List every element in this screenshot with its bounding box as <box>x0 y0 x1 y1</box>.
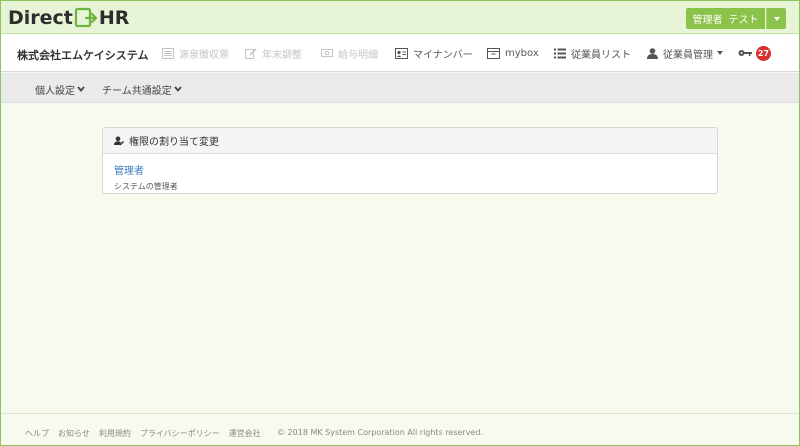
user-name: テスト <box>728 15 759 26</box>
nav-label: 源泉徴収票 <box>179 49 229 61</box>
subnav-team-settings[interactable]: チーム共通設定 <box>102 82 182 97</box>
subnav-personal-settings[interactable]: 個人設定 <box>35 82 85 97</box>
footer-link-terms[interactable]: 利用規約 <box>99 428 131 439</box>
notifications-button[interactable]: 27 <box>738 44 771 62</box>
nav-label: 従業員管理 <box>663 49 713 61</box>
user-icon <box>647 47 658 59</box>
caret-down-icon <box>773 16 780 21</box>
company-name: 株式会社エムケイシステム <box>17 49 149 62</box>
user-menu-button[interactable]: 管理者 テスト <box>686 8 765 29</box>
user-menu-dropdown-toggle[interactable] <box>766 8 786 29</box>
chevron-down-icon <box>174 84 182 95</box>
nav-label: mybox <box>505 47 539 59</box>
role-link-admin[interactable]: 管理者 <box>114 162 706 177</box>
money-icon <box>321 48 333 58</box>
top-header: Direct HR 管理者 テスト <box>1 1 799 34</box>
footer-link-news[interactable]: お知らせ <box>58 428 90 439</box>
nav-item-withholding-slip[interactable]: 源泉徴収票 <box>162 44 229 62</box>
footer: ヘルプ お知らせ 利用規約 プライバシーポリシー 運営会社 © 2018 MK … <box>1 413 799 445</box>
logo-text-right: HR <box>98 7 130 29</box>
edit-icon <box>245 47 257 59</box>
footer-link-privacy[interactable]: プライバシーポリシー <box>140 428 220 439</box>
document-icon <box>162 47 174 59</box>
footer-link-help[interactable]: ヘルプ <box>25 428 49 439</box>
id-card-icon <box>395 47 408 59</box>
nav-item-year-end-adjustment[interactable]: 年末調整 <box>245 44 302 62</box>
nav-item-payslip[interactable]: 給与明細 <box>321 44 378 62</box>
main-nav: 株式会社エムケイシステム 源泉徴収票 年末調整 給与明細 マイナンバー mybo… <box>1 35 799 72</box>
nav-item-mybox[interactable]: mybox <box>487 44 539 62</box>
panel-header: 権限の割り当て変更 <box>103 128 717 154</box>
permission-panel: 権限の割り当て変更 管理者 システムの管理者 <box>102 127 718 194</box>
logo[interactable]: Direct HR <box>8 6 129 30</box>
list-icon <box>554 48 566 59</box>
settings-subnav: 個人設定 チーム共通設定 <box>1 73 799 103</box>
key-icon <box>738 48 752 58</box>
logo-mark-icon <box>74 7 98 29</box>
nav-item-employee-list[interactable]: 従業員リスト <box>554 44 631 62</box>
subnav-label: チーム共通設定 <box>102 86 172 97</box>
footer-link-company[interactable]: 運営会社 <box>229 428 261 439</box>
nav-label: 従業員リスト <box>571 49 631 61</box>
nav-label: 給与明細 <box>338 49 378 61</box>
box-icon <box>487 47 500 59</box>
user-edit-icon <box>114 136 124 146</box>
nav-item-employee-management[interactable]: 従業員管理 <box>647 44 723 62</box>
logo-text-left: Direct <box>8 7 73 29</box>
nav-label: マイナンバー <box>413 49 473 61</box>
footer-links: ヘルプ お知らせ 利用規約 プライバシーポリシー 運営会社 <box>25 428 270 439</box>
subnav-label: 個人設定 <box>35 86 75 97</box>
nav-label: 年末調整 <box>262 49 302 61</box>
panel-body: 管理者 システムの管理者 <box>103 154 717 200</box>
panel-title: 権限の割り当て変更 <box>129 137 219 148</box>
notification-badge: 27 <box>756 45 771 61</box>
chevron-down-icon <box>77 84 85 95</box>
nav-item-my-number[interactable]: マイナンバー <box>395 44 473 62</box>
copyright: © 2018 MK System Corporation All rights … <box>277 428 483 437</box>
role-description: システムの管理者 <box>114 182 178 191</box>
user-role: 管理者 <box>692 15 723 26</box>
caret-down-icon <box>717 51 723 55</box>
